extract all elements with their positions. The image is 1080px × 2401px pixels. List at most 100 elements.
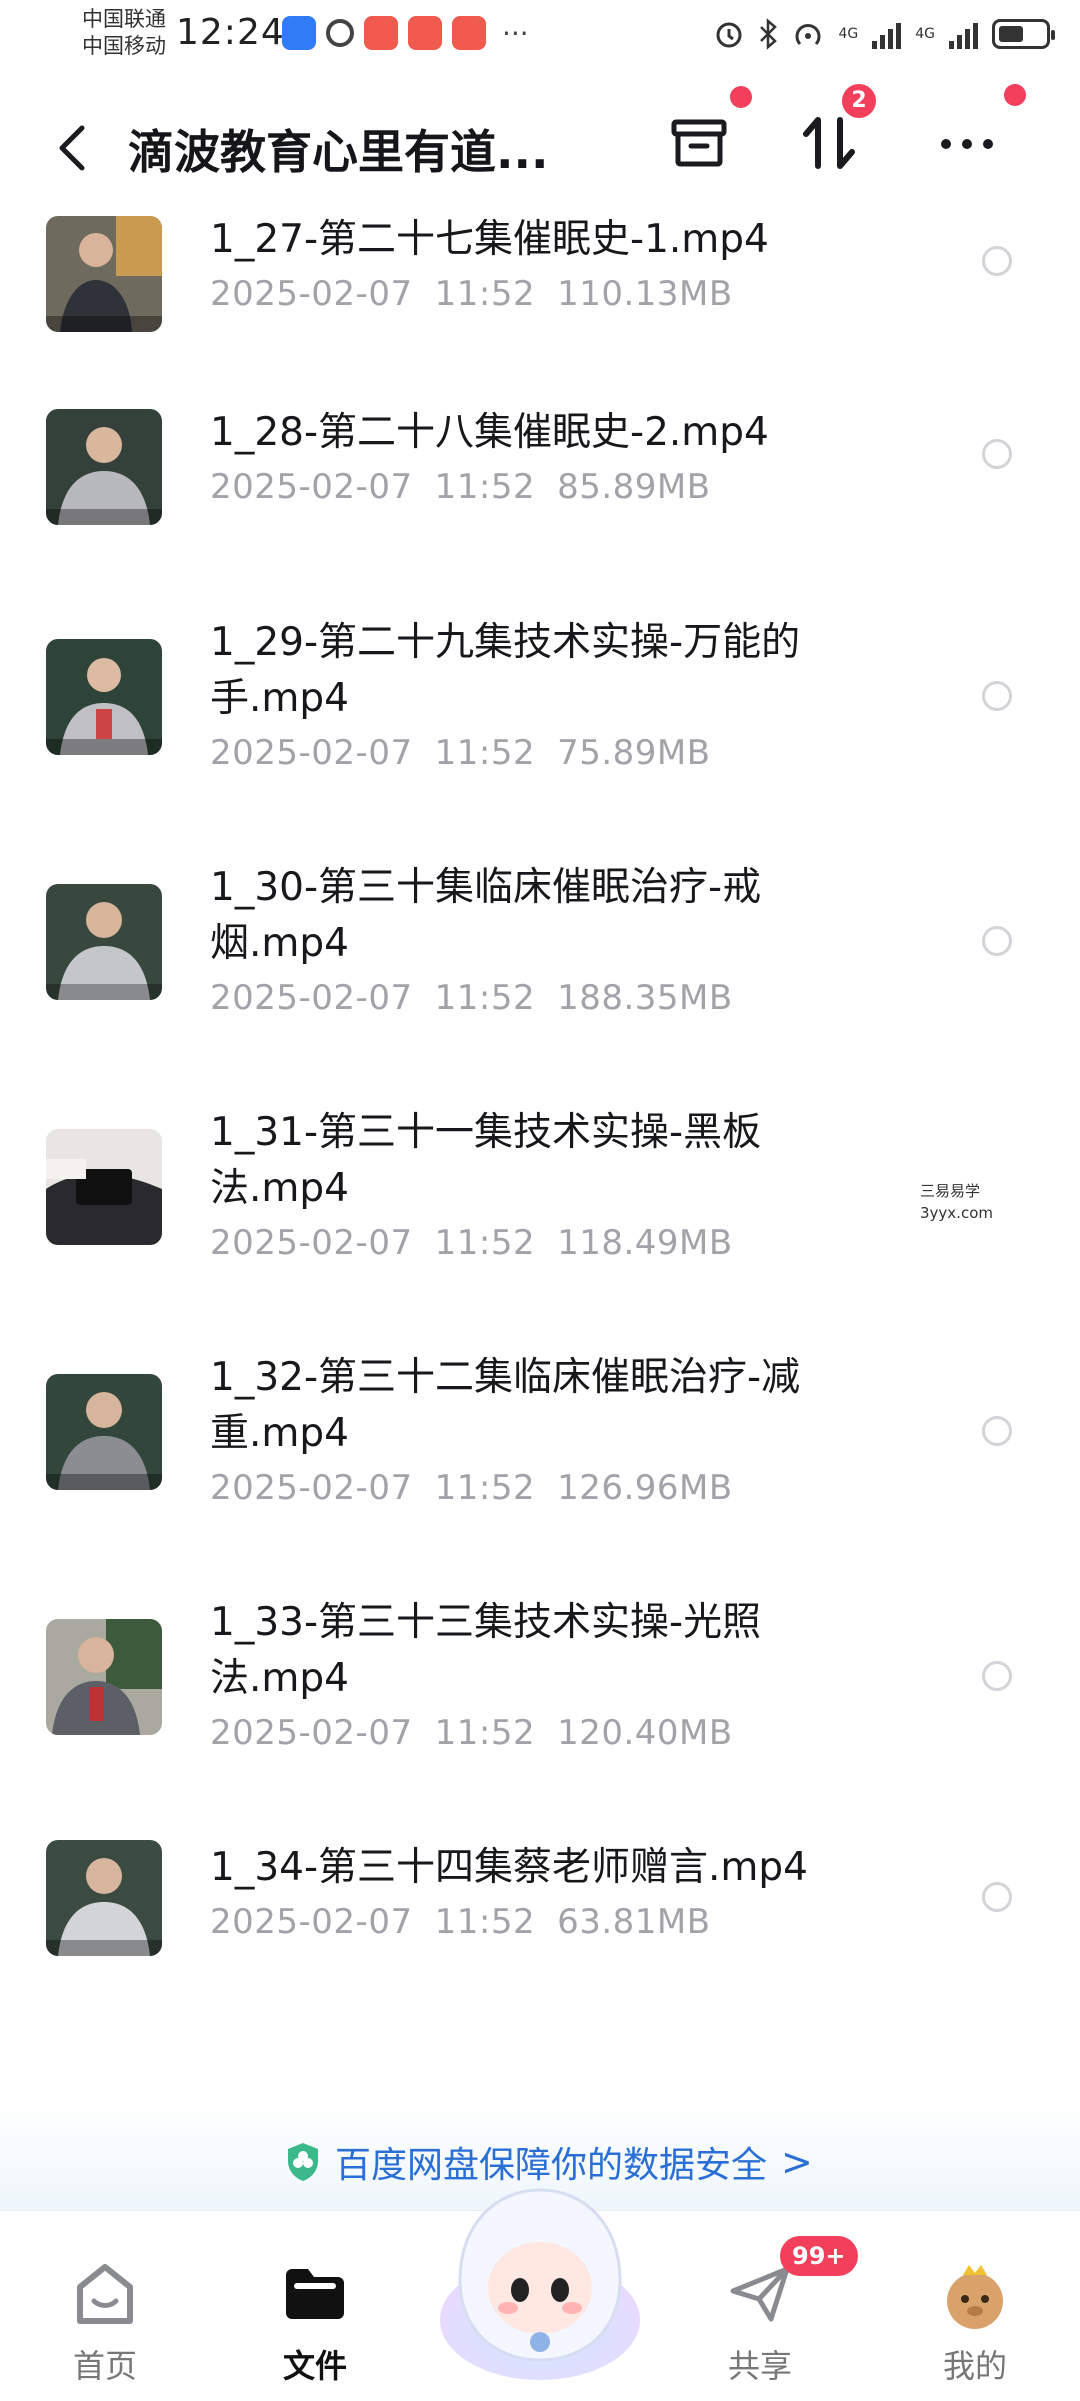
file-meta: 2025-02-07 11:52 75.89MB bbox=[210, 733, 733, 773]
file-time: 11:52 bbox=[434, 1902, 536, 1942]
network-type-1: 4G bbox=[838, 26, 859, 42]
video-thumbnail bbox=[46, 1619, 162, 1735]
file-size: 63.81MB bbox=[557, 1902, 711, 1942]
transfer-button[interactable] bbox=[794, 108, 864, 178]
shop-app-icon bbox=[364, 16, 398, 50]
transfer-count-badge: 2 bbox=[842, 84, 876, 118]
file-row[interactable]: 1_27-第二十七集催眠史-1.mp4 2025-02-07 11:52 110.1… bbox=[0, 212, 1080, 372]
share-count-badge: 99+ bbox=[780, 2236, 858, 2276]
chevron-right-icon: > bbox=[781, 2140, 813, 2184]
archive-button[interactable] bbox=[664, 108, 734, 178]
shop-app-icon bbox=[452, 16, 486, 50]
file-time: 11:52 bbox=[434, 1468, 536, 1508]
file-meta: 2025-02-07 11:52 126.96MB bbox=[210, 1468, 755, 1508]
video-thumbnail bbox=[46, 409, 162, 525]
system-icons: 4G 4G bbox=[714, 18, 1055, 50]
video-thumbnail bbox=[46, 639, 162, 755]
nav-item-home[interactable]: 首页 bbox=[15, 2211, 195, 2401]
more-notifications-icon: ··· bbox=[502, 16, 529, 50]
carrier-2: 中国移动 bbox=[82, 34, 166, 58]
file-time: 11:52 bbox=[434, 274, 536, 314]
video-thumbnail bbox=[46, 1374, 162, 1490]
alarm-app-icon bbox=[326, 19, 354, 47]
file-name: 1_27-第二十七集催眠史-1.mp4 bbox=[210, 217, 769, 262]
notification-icons: ··· bbox=[282, 16, 529, 50]
app-notification-icon bbox=[282, 16, 316, 50]
nav-label-share: 共享 bbox=[727, 2347, 792, 2385]
file-size: 126.96MB bbox=[557, 1468, 733, 1508]
nav-item-mine[interactable]: 我的 bbox=[885, 2211, 1065, 2401]
paper-plane-icon bbox=[730, 2266, 790, 2322]
file-name: 1_30-第三十集临床催眠治疗-戒烟.mp4 bbox=[210, 865, 762, 966]
file-name: 1_33-第三十三集技术实操-光照法.mp4 bbox=[210, 1600, 762, 1701]
file-row[interactable]: 1_30-第三十集临床催眠治疗-戒烟.mp4 2025-02-07 11:52 18… bbox=[0, 860, 1080, 1040]
alarm-icon bbox=[716, 22, 742, 48]
file-name: 1_34-第三十四集蔡老师赠言.mp4 bbox=[210, 1845, 808, 1890]
file-date: 2025-02-07 bbox=[210, 733, 413, 773]
nav-label-home: 首页 bbox=[72, 2347, 137, 2385]
file-size: 110.13MB bbox=[557, 274, 733, 314]
watermark-line-1: 三易易学 bbox=[920, 1182, 981, 1200]
file-row[interactable]: 1_32-第三十二集临床催眠治疗-减重.mp4 2025-02-07 11:52 1… bbox=[0, 1350, 1080, 1530]
file-time: 11:52 bbox=[434, 467, 536, 507]
select-radio[interactable] bbox=[982, 1882, 1012, 1912]
select-radio[interactable] bbox=[982, 1416, 1012, 1446]
watermark: 三易易学 3yyx.com bbox=[920, 1180, 993, 1224]
video-thumbnail bbox=[46, 1129, 162, 1245]
file-size: 120.40MB bbox=[557, 1713, 733, 1753]
select-radio[interactable] bbox=[982, 681, 1012, 711]
signal-2-icon bbox=[949, 19, 978, 49]
file-size: 75.89MB bbox=[557, 733, 711, 773]
folder-icon bbox=[286, 2269, 344, 2319]
file-row[interactable]: 1_29-第二十九集技术实操-万能的手.mp4 2025-02-07 11:52 7… bbox=[0, 615, 1080, 795]
page-title: 滴波教育心里有道... bbox=[128, 125, 549, 179]
file-row[interactable]: 1_31-第三十一集技术实操-黑板法.mp4 2025-02-07 11:52 11… bbox=[0, 1105, 1080, 1285]
bluetooth-icon bbox=[760, 18, 778, 50]
file-row[interactable]: 1_28-第二十八集催眠史-2.mp4 2025-02-07 11:52 85.89… bbox=[0, 405, 1080, 565]
file-row[interactable]: 1_34-第三十四集蔡老师赠言.mp4 2025-02-07 11:52 63.81… bbox=[0, 1840, 1080, 2000]
file-row[interactable]: 1_33-第三十三集技术实操-光照法.mp4 2025-02-07 11:52 12… bbox=[0, 1595, 1080, 1775]
file-meta: 2025-02-07 11:52 110.13MB bbox=[210, 274, 755, 314]
file-size: 188.35MB bbox=[557, 978, 733, 1018]
home-icon bbox=[77, 2264, 133, 2324]
shop-app-icon bbox=[408, 16, 442, 50]
network-type-2: 4G bbox=[915, 26, 935, 42]
battery-icon bbox=[992, 19, 1055, 49]
video-thumbnail bbox=[46, 884, 162, 1000]
file-meta: 2025-02-07 11:52 85.89MB bbox=[210, 467, 733, 507]
status-bar: 中国联通 中国移动 12:24 ··· 4G 4G bbox=[0, 0, 1080, 72]
more-notification-dot bbox=[1004, 84, 1026, 106]
select-radio[interactable] bbox=[982, 439, 1012, 469]
assistant-mascot-button[interactable] bbox=[430, 2170, 650, 2390]
select-radio[interactable] bbox=[982, 246, 1012, 276]
file-name: 1_28-第二十八集催眠史-2.mp4 bbox=[210, 410, 769, 455]
file-size: 85.89MB bbox=[557, 467, 711, 507]
file-date: 2025-02-07 bbox=[210, 978, 413, 1018]
carrier-1: 中国联通 bbox=[82, 7, 166, 31]
archive-notification-dot bbox=[730, 86, 752, 108]
upload-download-icon bbox=[803, 117, 855, 169]
video-thumbnail bbox=[46, 1840, 162, 1956]
nav-item-files[interactable]: 文件 bbox=[225, 2211, 405, 2401]
file-time: 11:52 bbox=[434, 733, 536, 773]
file-name: 1_32-第三十二集临床催眠治疗-减重.mp4 bbox=[210, 1355, 801, 1456]
back-button[interactable] bbox=[54, 118, 90, 178]
file-time: 11:52 bbox=[434, 1223, 536, 1263]
nav-label-mine: 我的 bbox=[942, 2347, 1007, 2385]
nav-label-files: 文件 bbox=[282, 2347, 347, 2385]
more-icon bbox=[941, 139, 993, 149]
select-radio[interactable] bbox=[982, 1661, 1012, 1691]
file-meta: 2025-02-07 11:52 120.40MB bbox=[210, 1713, 755, 1753]
file-date: 2025-02-07 bbox=[210, 274, 413, 314]
file-time: 11:52 bbox=[434, 1713, 536, 1753]
file-meta: 2025-02-07 11:52 188.35MB bbox=[210, 978, 755, 1018]
select-radio[interactable] bbox=[982, 926, 1012, 956]
more-options-button[interactable] bbox=[932, 108, 1002, 178]
file-time: 11:52 bbox=[434, 978, 536, 1018]
file-name: 1_29-第二十九集技术实操-万能的手.mp4 bbox=[210, 620, 801, 721]
file-size: 118.49MB bbox=[557, 1223, 733, 1263]
video-thumbnail bbox=[46, 216, 162, 332]
avatar bbox=[947, 2265, 1003, 2329]
clock: 12:24 bbox=[176, 12, 285, 53]
file-date: 2025-02-07 bbox=[210, 1223, 413, 1263]
